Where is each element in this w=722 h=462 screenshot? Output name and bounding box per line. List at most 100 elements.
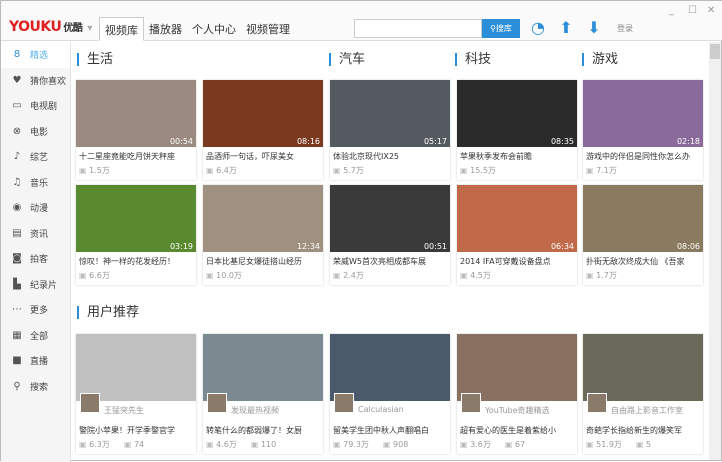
sidebar-item[interactable]: ♪ 综艺 <box>1 144 70 170</box>
author-name[interactable]: 自由路上影音工作室 <box>611 406 683 415</box>
sidebar-item[interactable]: ▦ 全部 <box>1 323 70 349</box>
video-title[interactable]: 警院小苹果！开学季警官学 <box>76 421 196 436</box>
video-title[interactable]: 惊叹！神一样的花发经历！ <box>76 252 196 267</box>
title-bar: YOUKU 优酷 ▾ 视频库 播放器 个人中心 视频管理 ⚲搜库 ◔ ⬆ ⬇ 登录… <box>1 1 722 41</box>
video-card[interactable]: 02:18游戏中的伴侣是同性你怎么办 7.1万 <box>583 80 703 180</box>
video-title[interactable]: 品酒师一句话，吓尿美女 <box>203 147 323 162</box>
video-title[interactable]: 日本比基尼女爆徒搭山经历 <box>203 252 323 267</box>
video-title[interactable]: 十二星座竟能吃月饼天秤座 <box>76 147 196 162</box>
sidebar-item[interactable]: ◉ 动漫 <box>1 195 70 221</box>
sidebar-item[interactable]: 8 精选 <box>1 42 70 68</box>
sidebar-item[interactable]: ▤ 资讯 <box>1 221 70 247</box>
video-card[interactable]: 06:342014 IFA可穿戴设备盘点 4.5万 <box>457 185 577 285</box>
video-title[interactable]: 体验北京现代IX25 <box>330 147 450 162</box>
video-card[interactable]: 08:35苹果秋季发布会前瞻 15.5万 <box>457 80 577 180</box>
video-title[interactable]: 留美学生团中秋人声翻唱白 <box>330 421 450 436</box>
minimize-icon[interactable]: _ <box>669 5 674 16</box>
tab-video-library[interactable]: 视频库 <box>99 17 144 41</box>
section-title[interactable]: 生活 <box>77 53 113 66</box>
video-card[interactable]: 08:16品酒师一句话，吓尿美女 6.4万 <box>203 80 323 180</box>
avatar[interactable] <box>587 393 607 413</box>
video-card[interactable]: 08:06扑街无敌次终成大仙 《吾家 1.7万 <box>583 185 703 285</box>
logo-text: YOUKU <box>9 19 62 35</box>
author[interactable]: YouTube奇趣精选 <box>457 393 577 421</box>
sidebar-item[interactable]: ■ 直播 <box>1 348 70 374</box>
author-name[interactable]: 王猛突先生 <box>104 406 144 415</box>
video-thumbnail[interactable]: 08:16 <box>203 80 323 147</box>
stats: 4.6万 110 <box>203 436 323 454</box>
sidebar-item[interactable]: ▭ 电视剧 <box>1 93 70 119</box>
video-thumbnail[interactable] <box>203 334 323 401</box>
video-thumbnail[interactable]: 06:34 <box>457 185 577 252</box>
youku-logo[interactable]: YOUKU 优酷 ▾ <box>9 19 92 35</box>
scrollbar[interactable] <box>709 42 721 460</box>
scrollbar-thumb[interactable] <box>710 44 720 59</box>
video-thumbnail[interactable] <box>76 334 196 401</box>
sidebar-item[interactable]: ⊗ 电影 <box>1 119 70 145</box>
video-thumbnail[interactable]: 08:35 <box>457 80 577 147</box>
author[interactable]: 发现最热视频 <box>203 393 323 421</box>
video-card[interactable]: 05:17体验北京现代IX25 5.7万 <box>330 80 450 180</box>
video-title[interactable]: 超有爱心的医生是着紫给小 <box>457 421 577 436</box>
video-card[interactable]: 00:51荣威W5首次亮相成都车展 2.4万 <box>330 185 450 285</box>
user-video-card[interactable]: 发现最热视频转笔什么的都弱爆了！女厨 4.6万 110 <box>203 334 323 454</box>
video-title[interactable]: 2014 IFA可穿戴设备盘点 <box>457 252 577 267</box>
author-name[interactable]: 发现最热视频 <box>231 406 279 415</box>
author[interactable]: 自由路上影音工作室 <box>583 393 703 421</box>
video-title[interactable]: 荣威W5首次亮相成都车展 <box>330 252 450 267</box>
video-title[interactable]: 苹果秋季发布会前瞻 <box>457 147 577 162</box>
login-link[interactable]: 登录 <box>617 23 633 34</box>
video-title[interactable]: 扑街无敌次终成大仙 《吾家 <box>583 252 703 267</box>
close-icon[interactable]: ✕ <box>707 5 715 16</box>
video-thumbnail[interactable]: 02:18 <box>583 80 703 147</box>
video-card[interactable]: 03:19惊叹！神一样的花发经历！ 6.6万 <box>76 185 196 285</box>
sidebar-item[interactable]: ♫ 音乐 <box>1 170 70 196</box>
video-thumbnail[interactable] <box>457 334 577 401</box>
video-thumbnail[interactable]: 08:06 <box>583 185 703 252</box>
video-thumbnail[interactable]: 12:34 <box>203 185 323 252</box>
search-input[interactable] <box>354 19 482 38</box>
video-title[interactable]: 奇葩学长指给新生的爆笑军 <box>583 421 703 436</box>
author[interactable]: Calculasian <box>330 393 450 421</box>
tab-player[interactable]: 播放器 <box>144 17 187 41</box>
video-card[interactable]: 00:54十二星座竟能吃月饼天秤座 1.5万 <box>76 80 196 180</box>
video-thumbnail[interactable]: 03:19 <box>76 185 196 252</box>
section-title[interactable]: 汽车 <box>329 53 365 66</box>
video-thumbnail[interactable]: 00:54 <box>76 80 196 147</box>
author-name[interactable]: Calculasian <box>358 405 404 414</box>
history-icon[interactable]: ◔ <box>529 19 547 37</box>
sidebar-item[interactable]: ▙ 纪录片 <box>1 272 70 298</box>
sidebar-item[interactable]: ◙ 拍客 <box>1 246 70 272</box>
video-card[interactable]: 12:34日本比基尼女爆徒搭山经历 10.0万 <box>203 185 323 285</box>
video-thumbnail[interactable]: 00:51 <box>330 185 450 252</box>
section-title[interactable]: 游戏 <box>582 53 618 66</box>
avatar[interactable] <box>207 393 227 413</box>
tab-video-management[interactable]: 视频管理 <box>241 17 295 41</box>
stats: 6.3万 74 <box>76 436 196 454</box>
sidebar-item[interactable]: ⋯ 更多 <box>1 297 70 323</box>
download-icon[interactable]: ⬇ <box>585 19 603 37</box>
sidebar-item[interactable]: ⚲ 搜索 <box>1 374 70 400</box>
user-video-card[interactable]: 自由路上影音工作室奇葩学长指给新生的爆笑军 51.9万 5 <box>583 334 703 454</box>
user-video-card[interactable]: YouTube奇趣精选超有爱心的医生是着紫给小 3.6万 67 <box>457 334 577 454</box>
user-video-card[interactable]: 王猛突先生警院小苹果！开学季警官学 6.3万 74 <box>76 334 196 454</box>
author-name[interactable]: YouTube奇趣精选 <box>485 406 550 415</box>
video-title[interactable]: 转笔什么的都弱爆了！女厨 <box>203 421 323 436</box>
upload-icon[interactable]: ⬆ <box>557 19 575 37</box>
video-title[interactable]: 游戏中的伴侣是同性你怎么办 <box>583 147 703 162</box>
tab-personal-center[interactable]: 个人中心 <box>187 17 241 41</box>
video-thumbnail[interactable] <box>330 334 450 401</box>
author[interactable]: 王猛突先生 <box>76 393 196 421</box>
video-thumbnail[interactable] <box>583 334 703 401</box>
video-thumbnail[interactable]: 05:17 <box>330 80 450 147</box>
sidebar-item[interactable]: ♥ 猜你喜欢 <box>1 68 70 94</box>
avatar[interactable] <box>461 393 481 413</box>
stats: 79.3万 908 <box>330 436 450 454</box>
maximize-icon[interactable]: ☐ <box>688 5 697 16</box>
user-video-card[interactable]: Calculasian 留美学生团中秋人声翻唱白 79.3万 908 <box>330 334 450 454</box>
section-title[interactable]: 用户推荐 <box>77 306 139 319</box>
avatar[interactable] <box>334 393 354 413</box>
avatar[interactable] <box>80 393 100 413</box>
search-button[interactable]: ⚲搜库 <box>482 19 520 38</box>
section-title[interactable]: 科技 <box>455 53 491 66</box>
